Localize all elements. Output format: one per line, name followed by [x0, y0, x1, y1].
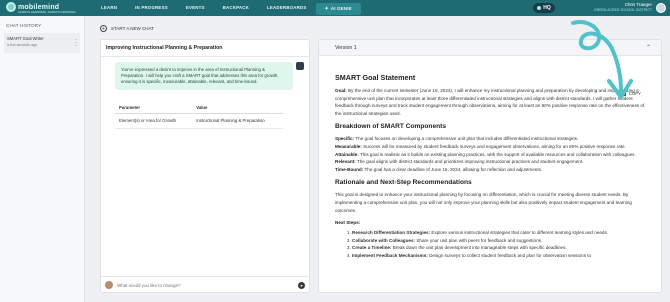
version-label: Version 1 — [335, 45, 357, 51]
step-label: Implement Feedback Mechanisms: — [352, 252, 428, 258]
list-item: Implement Feedback Mechanisms: Design su… — [352, 252, 645, 260]
chat-history-item-time: a few seconds ago — [7, 43, 37, 47]
rationale-heading: Rationale and Next-Step Recommendations — [335, 179, 472, 187]
chat-history-sidebar: CHAT HISTORY SMART Goal Writer a few sec… — [0, 16, 85, 302]
chat-title: Improving Instructional Planning & Prepa… — [101, 40, 309, 57]
parameter-table: Parameter Value Element(s) or Area for G… — [115, 102, 283, 129]
component-label: Relevant: — [335, 159, 356, 165]
step-text: Share your unit plan with peers for feed… — [416, 237, 543, 243]
nav-events[interactable]: EVENTS — [177, 0, 214, 16]
step-label: Research Differentiation Strategies: — [352, 230, 431, 236]
chevron-up-icon[interactable]: ⌃ — [646, 44, 651, 51]
hq-button[interactable]: HQ — [533, 3, 555, 13]
hq-label: HQ — [543, 5, 551, 11]
annotation-arrow-icon — [571, 20, 633, 99]
start-new-chat-label: START A NEW CHAT — [111, 26, 154, 31]
step-text: Design surveys to collect student feedba… — [429, 252, 592, 258]
start-new-chat-button[interactable]: + START A NEW CHAT — [100, 25, 154, 32]
goal-label: Goal: — [335, 88, 347, 93]
user-name: Chris Traeger — [624, 2, 652, 7]
nav-ai-genie-label: AI GENIE — [330, 6, 352, 11]
component-attainable: Attainable: This goal is realistic as it… — [335, 151, 645, 159]
chat-history-item[interactable]: SMART Goal Writer a few seconds ago · · · — [4, 33, 80, 53]
hq-icon — [537, 6, 542, 10]
avatar[interactable] — [656, 3, 666, 13]
step-label: Create a Timeline: — [352, 245, 392, 251]
table-row: Element(s) or Area for Growth Instructio… — [115, 113, 283, 129]
chat-input[interactable] — [117, 282, 294, 288]
list-item: Research Differentiation Strategies: Exp… — [352, 229, 645, 237]
component-text: The goal has a clear deadline of June 15… — [364, 166, 543, 172]
logo-tagline: ALWAYS LEARNING. ALWAYS GROWING. — [18, 10, 77, 14]
chat-input-bar: ➤ — [101, 276, 309, 293]
logo-icon — [6, 2, 16, 12]
plus-icon: + — [100, 25, 107, 32]
component-text: The goal focuses on developing a compreh… — [355, 136, 579, 142]
main-nav: LEARN IN PROGRESS EVENTS BACKPACK LEADER… — [92, 0, 361, 16]
component-measurable: Measurable: Success will be measured by … — [335, 143, 645, 151]
next-steps-label: Next Steps: — [335, 220, 361, 226]
bot-icon — [296, 62, 304, 70]
table-cell: Instructional Planning & Preparation — [192, 113, 283, 129]
rationale-text: This goal is designed to enhance your in… — [335, 192, 632, 213]
component-text: This goal is realistic as it builds on e… — [359, 151, 636, 157]
send-icon[interactable]: ➤ — [298, 281, 305, 289]
component-label: Specific: — [335, 136, 355, 142]
nav-in-progress[interactable]: IN PROGRESS — [126, 0, 177, 16]
nav-backpack[interactable]: BACKPACK — [214, 0, 258, 16]
user-info[interactable]: Chris Traeger GREEN ACRES SCHOOL DISTRIC… — [594, 2, 652, 12]
list-item: Create a Timeline: Break down the unit p… — [352, 244, 645, 252]
breakdown-heading: Breakdown of SMART Components — [335, 123, 446, 131]
table-header: Value — [192, 102, 283, 114]
table-cell: Element(s) or Area for Growth — [115, 113, 193, 129]
component-label: Attainable: — [335, 151, 359, 157]
nav-leaderboards[interactable]: LEADERBOARDS — [258, 0, 315, 16]
step-text: Explore various instructional strategies… — [431, 230, 609, 236]
chat-history-title: CHAT HISTORY — [6, 23, 42, 28]
component-relevant: Relevant: The goal aligns with district … — [335, 158, 645, 166]
sparkle-icon: ✦ — [324, 6, 329, 12]
user-school: GREEN ACRES SCHOOL DISTRICT — [593, 8, 652, 12]
step-text: Break down the unit plan development int… — [392, 245, 567, 251]
component-label: Time-Bound: — [335, 166, 364, 172]
more-options-icon[interactable]: · · · — [75, 37, 77, 49]
table-header: Parameter — [115, 102, 193, 114]
component-time-bound: Time-Bound: The goal has a clear deadlin… — [335, 166, 645, 174]
next-steps-list: Research Differentiation Strategies: Exp… — [352, 229, 645, 259]
chat-panel: Improving Instructional Planning & Prepa… — [100, 39, 310, 293]
nav-ai-genie[interactable]: ✦ AI GENIE — [315, 3, 361, 15]
nav-learn[interactable]: LEARN — [92, 0, 126, 16]
user-avatar-icon — [105, 281, 113, 289]
component-label: Measurable: — [335, 143, 362, 149]
app-logo[interactable]: mobilemind ALWAYS LEARNING. ALWAYS GROWI… — [6, 2, 76, 14]
component-specific: Specific: The goal focuses on developing… — [335, 135, 645, 143]
component-text: The goal aligns with district standards … — [356, 159, 584, 165]
step-label: Collaborate with Colleagues: — [352, 237, 416, 243]
assistant-message: You've expressed a desire to improve in … — [115, 62, 293, 90]
top-nav-bar: mobilemind ALWAYS LEARNING. ALWAYS GROWI… — [0, 0, 670, 16]
component-text: Success will be measured by student feed… — [363, 143, 626, 149]
list-item: Collaborate with Colleagues: Share your … — [352, 237, 645, 245]
chat-history-item-title: SMART Goal Writer — [7, 36, 44, 41]
